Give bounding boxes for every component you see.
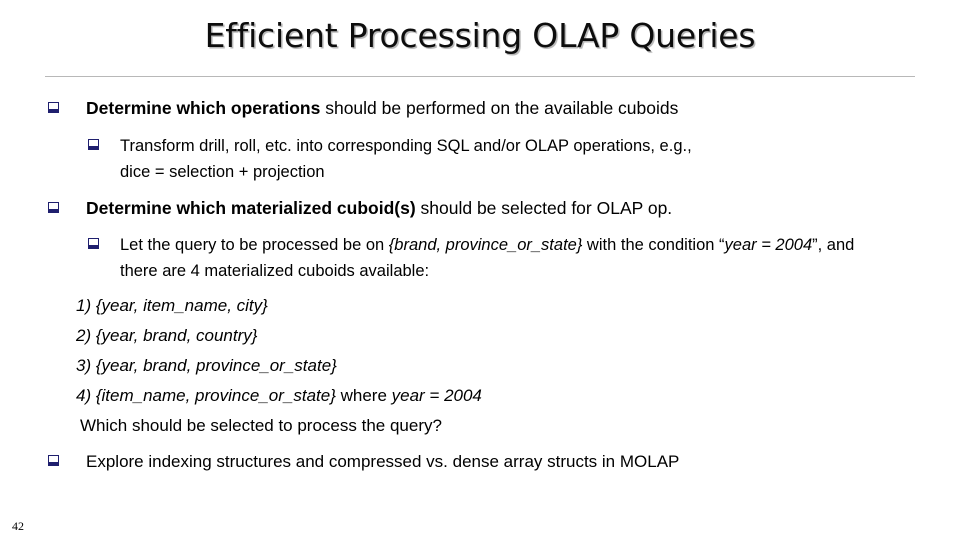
sub-bullet-transform: Transform drill, roll, etc. into corresp… bbox=[0, 133, 960, 185]
bullet-item-materialized-bold: Determine which materialized cuboid(s) bbox=[86, 198, 416, 218]
sub-bullet-query: Let the query to be processed be on {bra… bbox=[0, 232, 960, 284]
bullet-item-materialized: Determine which materialized cuboid(s) s… bbox=[0, 196, 960, 221]
query-condition: year = 2004 bbox=[724, 236, 813, 254]
slide-title-container: Efficient Processing OLAP Queries bbox=[0, 16, 960, 55]
page-title: Efficient Processing OLAP Queries bbox=[204, 16, 756, 55]
bullet-item-operations-text: Determine which operations should be per… bbox=[86, 96, 960, 121]
question-line: Which should be selected to process the … bbox=[0, 411, 960, 441]
sub-bullet-transform-text: Transform drill, roll, etc. into corresp… bbox=[120, 133, 896, 185]
sub-bullet-query-mid: with the condition “ bbox=[582, 236, 725, 254]
bullet-item-indexing: Explore indexing structures and compress… bbox=[0, 449, 960, 474]
sub-bullet-transform-line1: Transform drill, roll, etc. into corresp… bbox=[120, 137, 692, 155]
cuboid-option-4-where: where bbox=[335, 386, 392, 405]
list-item: 3) {year, brand, province_or_state} bbox=[0, 351, 960, 381]
bullet-item-indexing-text: Explore indexing structures and compress… bbox=[86, 452, 680, 471]
slide-body: Determine which operations should be per… bbox=[0, 96, 960, 477]
square-bullet-icon bbox=[88, 232, 120, 258]
cuboid-option-4: 4) {item_name, province_or_state} bbox=[76, 386, 336, 405]
bullet-item-operations-rest: should be performed on the available cub… bbox=[320, 98, 679, 118]
list-item: 4) {item_name, province_or_state} where … bbox=[0, 381, 960, 411]
question-text: Which should be selected to process the … bbox=[80, 416, 442, 435]
sub-bullet-transform-line2: dice = selection + projection bbox=[120, 163, 325, 181]
sub-bullet-query-lead: Let the query to be processed be on bbox=[120, 236, 389, 254]
bullet-item-materialized-text: Determine which materialized cuboid(s) s… bbox=[86, 196, 960, 221]
cuboid-option-4-condition: year = 2004 bbox=[391, 386, 482, 405]
square-bullet-icon bbox=[88, 133, 120, 159]
bullet-item-materialized-rest: should be selected for OLAP op. bbox=[415, 198, 673, 218]
title-divider bbox=[45, 76, 915, 77]
sub-bullet-query-text: Let the query to be processed be on {bra… bbox=[120, 232, 896, 284]
square-bullet-icon bbox=[48, 96, 86, 121]
bullet-item-operations-bold: Determine which operations bbox=[86, 98, 321, 118]
square-bullet-icon bbox=[48, 196, 86, 221]
query-dimensions: {brand, province_or_state} bbox=[388, 236, 583, 254]
list-item: 2) {year, brand, country} bbox=[0, 321, 960, 351]
square-bullet-icon bbox=[48, 449, 86, 474]
bullet-item-operations: Determine which operations should be per… bbox=[0, 96, 960, 121]
cuboid-option-1: 1) {year, item_name, city} bbox=[76, 296, 268, 315]
page-number: 42 bbox=[12, 519, 24, 533]
cuboid-option-3: 3) {year, brand, province_or_state} bbox=[76, 356, 337, 375]
cuboid-option-2: 2) {year, brand, country} bbox=[76, 326, 258, 345]
slide: Efficient Processing OLAP Queries Determ… bbox=[0, 0, 960, 540]
list-item: 1) {year, item_name, city} bbox=[0, 291, 960, 321]
